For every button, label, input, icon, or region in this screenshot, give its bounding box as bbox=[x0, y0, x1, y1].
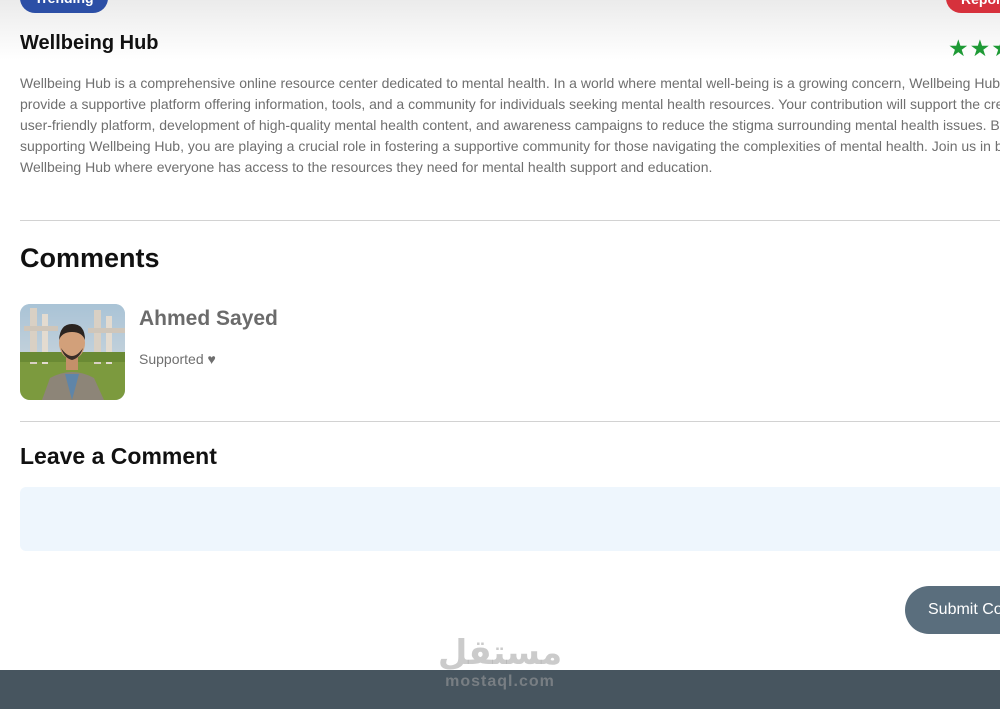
comment-text: Supported ♥ bbox=[139, 351, 216, 367]
divider bbox=[20, 421, 1000, 422]
trending-badge: Trending bbox=[20, 0, 108, 13]
project-page: Trending Report Wellbeing Hub ★★★ Wellbe… bbox=[0, 0, 1000, 709]
report-button[interactable]: Report bbox=[946, 0, 1000, 13]
avatar bbox=[20, 304, 125, 400]
rating-stars: ★★★ bbox=[948, 36, 1000, 62]
project-title: Wellbeing Hub bbox=[20, 32, 159, 54]
description-line: supporting Wellbeing Hub, you are playin… bbox=[20, 138, 1000, 154]
description-line: user-friendly platform, development of h… bbox=[20, 117, 1000, 133]
avatar-photo bbox=[20, 304, 125, 400]
watermark-logo: مستقل mostaql.com bbox=[400, 633, 600, 691]
comments-heading: Comments bbox=[20, 243, 160, 273]
commenter-name: Ahmed Sayed bbox=[139, 307, 278, 330]
watermark-latin: mostaql.com bbox=[445, 673, 555, 690]
description-line: Wellbeing Hub where everyone has access … bbox=[20, 159, 713, 175]
description-line: provide a supportive platform offering i… bbox=[20, 96, 1000, 112]
leave-comment-heading: Leave a Comment bbox=[20, 443, 217, 469]
watermark-arabic: مستقل bbox=[437, 633, 563, 673]
comment-textarea[interactable] bbox=[20, 487, 1000, 551]
divider bbox=[20, 220, 1000, 221]
description-line: Wellbeing Hub is a comprehensive online … bbox=[20, 75, 1000, 91]
submit-comment-button[interactable]: Submit Comment bbox=[905, 586, 1000, 634]
